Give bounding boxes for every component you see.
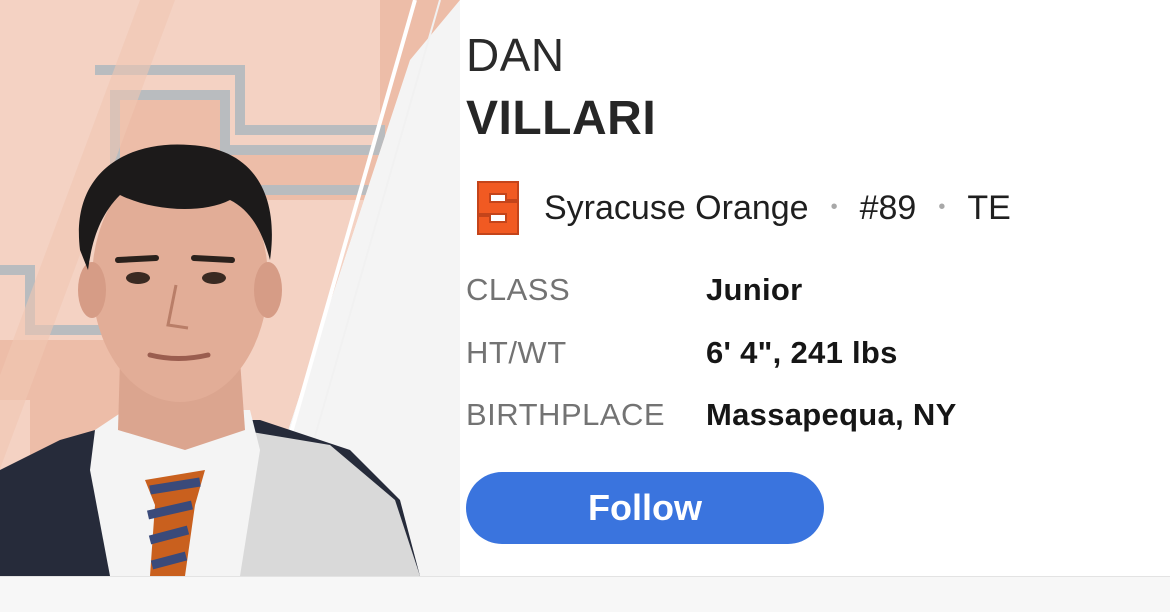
player-last-name: VILLARI — [466, 92, 657, 145]
team-info-row: Syracuse Orange • #89 • TE — [466, 180, 1011, 236]
follow-button[interactable]: Follow — [466, 472, 824, 544]
player-first-name: DAN — [466, 29, 565, 81]
stat-label: CLASS — [466, 272, 571, 307]
player-info-panel: DAN VILLARI Syracuse Orange • #89 • TE C… — [466, 0, 1156, 576]
jersey-number: #89 — [859, 188, 917, 227]
team-name[interactable]: Syracuse Orange — [544, 189, 809, 228]
stat-row-class: CLASS Junior — [466, 268, 803, 312]
stat-value: Massapequa, NY — [706, 397, 957, 432]
player-photo — [0, 0, 460, 576]
stat-value: Junior — [706, 272, 803, 307]
stat-row-birthplace: BIRTHPLACE Massapequa, NY — [466, 393, 957, 437]
stat-row-height-weight: HT/WT 6' 4", 241 lbs — [466, 331, 898, 375]
separator-dot: • — [830, 195, 838, 218]
stat-label: BIRTHPLACE — [466, 397, 666, 432]
stat-value: 6' 4", 241 lbs — [706, 335, 898, 370]
separator-dot: • — [938, 195, 946, 218]
player-card: DAN VILLARI Syracuse Orange • #89 • TE C… — [0, 0, 1170, 576]
stat-label: HT/WT — [466, 335, 567, 370]
player-position: TE — [967, 188, 1011, 227]
bottom-divider — [0, 576, 1170, 612]
syracuse-s-logo-icon[interactable] — [474, 180, 522, 236]
